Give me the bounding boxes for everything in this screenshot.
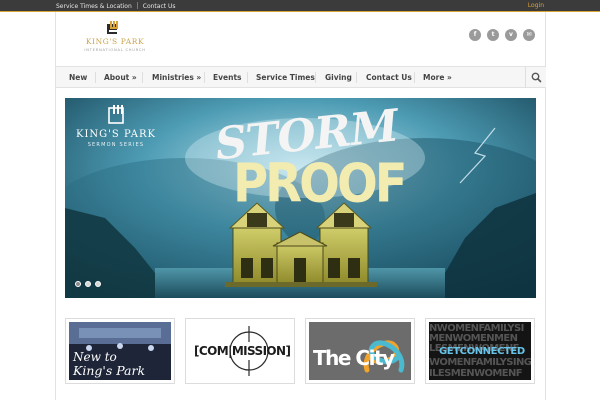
- tile-new-image: New to King's Park: [69, 322, 171, 380]
- tile-commission[interactable]: [COM|MISSION]: [185, 318, 295, 384]
- email-icon[interactable]: ✉: [523, 29, 535, 41]
- gc-bg-text: ILESMENWOMENF: [429, 368, 523, 379]
- slider-dot[interactable]: [95, 281, 101, 287]
- main-nav: New About » Ministries » Events Service …: [56, 66, 546, 88]
- tile-new-line1: New to: [73, 350, 117, 364]
- series-name: KING'S PARK: [76, 129, 156, 140]
- tile-gc-label: GETCONNECTED: [439, 346, 525, 357]
- nav-divider: [142, 72, 143, 83]
- nav-item-events[interactable]: Events: [213, 67, 242, 88]
- top-bar: Service Times & Location Contact Us Login: [0, 0, 600, 12]
- feature-tiles: New to King's Park [COM|MISSION] The Cit…: [65, 318, 536, 384]
- top-contact-link[interactable]: Contact Us: [143, 3, 176, 10]
- crown-logo-icon: [107, 21, 119, 34]
- page-frame: KING'S PARK INTERNATIONAL CHURCH f t v ✉…: [55, 12, 546, 400]
- search-icon: [531, 72, 542, 83]
- nav-item-about[interactable]: About »: [104, 67, 137, 88]
- slider-dot[interactable]: [85, 281, 91, 287]
- slider-dots: [75, 281, 101, 287]
- tile-city-image: The City: [309, 322, 411, 380]
- hero-title-line2: PROOF: [233, 152, 408, 215]
- tile-gc-image: NWOMENFAMILYSI MENWOMENMEN LESMENWOMENF …: [429, 322, 531, 380]
- nav-divider: [356, 72, 357, 83]
- top-links: Service Times & Location Contact Us: [56, 2, 176, 10]
- tile-new-to-kings-park[interactable]: New to King's Park: [65, 318, 175, 384]
- nav-item-ministries[interactable]: Ministries »: [152, 67, 201, 88]
- twitter-icon[interactable]: t: [487, 29, 499, 41]
- tile-commission-label: [COM|MISSION]: [194, 344, 291, 358]
- nav-item-service-times[interactable]: Service Times: [256, 67, 315, 88]
- nav-divider: [414, 72, 415, 83]
- nav-divider: [247, 72, 248, 83]
- nav-item-contact-us[interactable]: Contact Us: [366, 67, 412, 88]
- slider-dot[interactable]: [75, 281, 81, 287]
- tile-commission-image: [COM|MISSION]: [189, 322, 291, 380]
- vimeo-icon[interactable]: v: [505, 29, 517, 41]
- nav-search-button[interactable]: [525, 67, 546, 88]
- nav-item-more[interactable]: More »: [423, 67, 452, 88]
- hero-slider[interactable]: KING'S PARK SERMON SERIES STORM PROOF: [65, 98, 536, 298]
- tile-new-line2: King's Park: [73, 363, 146, 378]
- nav-divider: [95, 72, 96, 83]
- tile-city-label: The City: [313, 346, 395, 370]
- social-links: f t v ✉: [469, 29, 535, 41]
- nav-divider: [315, 72, 316, 83]
- gc-bg-text: WOMENFAMILYSING: [429, 357, 531, 368]
- tile-the-city[interactable]: The City: [305, 318, 415, 384]
- login-link[interactable]: Login: [528, 2, 544, 9]
- top-link-divider: [136, 2, 138, 9]
- nav-divider: [204, 72, 205, 83]
- series-subtitle: SERMON SERIES: [87, 142, 145, 148]
- logo-name: KING'S PARK: [85, 37, 145, 46]
- service-times-location-link[interactable]: Service Times & Location: [56, 3, 132, 10]
- nav-item-new[interactable]: New: [69, 67, 87, 88]
- nav-item-giving[interactable]: Giving: [325, 67, 352, 88]
- site-logo[interactable]: KING'S PARK INTERNATIONAL CHURCH: [76, 21, 154, 56]
- facebook-icon[interactable]: f: [469, 29, 481, 41]
- logo-subtitle: INTERNATIONAL CHURCH: [84, 48, 146, 52]
- tile-get-connected[interactable]: NWOMENFAMILYSI MENWOMENMEN LESMENWOMENF …: [425, 318, 535, 384]
